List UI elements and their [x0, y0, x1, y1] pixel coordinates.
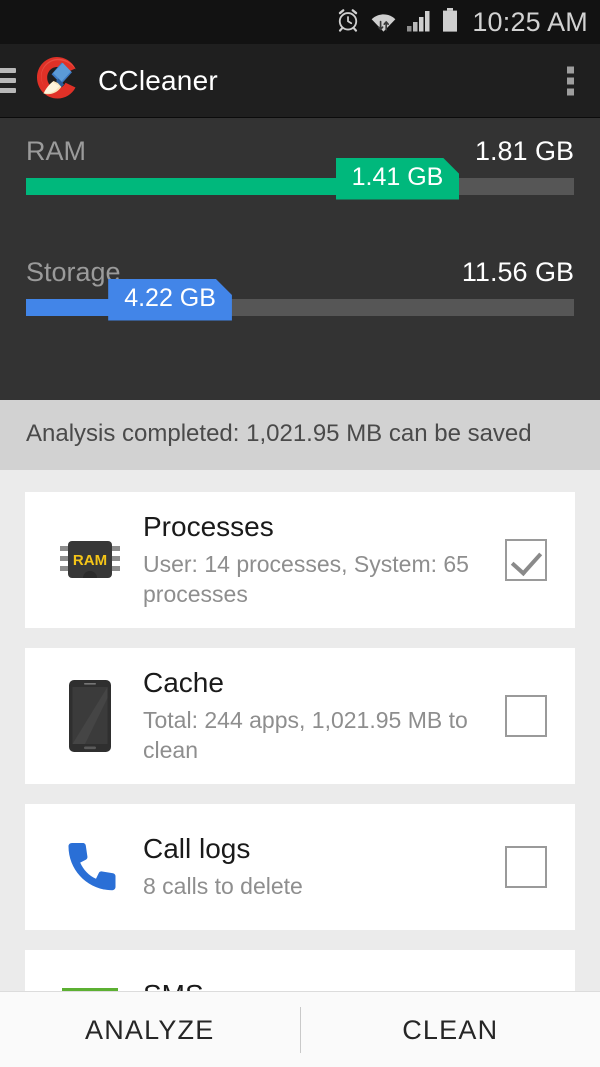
- metric-storage: Storage 11.56 GB 4.22 GB: [26, 257, 574, 316]
- checkbox-processes[interactable]: [505, 538, 547, 581]
- metric-ram-bar-track: [26, 178, 574, 195]
- list-item-subtitle: User: 14 processes, System: 65 processes: [143, 551, 469, 608]
- bottom-action-bar: ANALYZE CLEAN: [0, 991, 600, 1067]
- metric-ram: RAM 1.81 GB 1.41 GB: [26, 136, 574, 195]
- checkbox-cache[interactable]: [505, 694, 547, 737]
- status-bar-time: 10:25 AM: [472, 6, 588, 37]
- hamburger-menu-icon[interactable]: [0, 68, 16, 93]
- phone-device-icon: [53, 678, 127, 754]
- ram-chip-icon: RAM: [53, 537, 127, 583]
- list-item-subtitle: Total: 244 apps, 1,021.95 MB to clean: [143, 706, 468, 764]
- list-item-subtitle: 8 calls to delete: [143, 872, 303, 899]
- metrics-panel: RAM 1.81 GB 1.41 GB Storage 11.56 GB 4.2…: [0, 118, 600, 400]
- list-item-call-logs[interactable]: Call logs 8 calls to delete: [25, 803, 575, 930]
- metric-ram-label: RAM: [26, 136, 86, 166]
- signal-bars-icon: [406, 7, 432, 38]
- list-item-cache[interactable]: Cache Total: 244 apps, 1,021.95 MB to cl…: [25, 647, 575, 784]
- app-bar: CCleaner: [0, 44, 600, 118]
- phone-handset-icon: [53, 837, 127, 897]
- metric-ram-total: 1.81 GB: [474, 136, 574, 166]
- ccleaner-logo-icon: [32, 54, 86, 108]
- checkbox-call-logs[interactable]: [505, 845, 547, 888]
- list-item-processes[interactable]: RAM Processes User: 14 processes, System…: [25, 492, 575, 628]
- metric-ram-used-badge: 1.41 GB: [336, 158, 460, 200]
- list-item-title: Call logs: [143, 832, 251, 864]
- app-title: CCleaner: [98, 64, 218, 96]
- list-item-title: Processes: [143, 511, 274, 542]
- metric-storage-label: Storage: [26, 257, 121, 287]
- clean-button[interactable]: CLEAN: [301, 992, 600, 1067]
- metric-storage-used-badge: 4.22 GB: [108, 279, 232, 321]
- analyze-button[interactable]: ANALYZE: [0, 992, 300, 1067]
- cleanup-item-list: RAM Processes User: 14 processes, System…: [0, 470, 600, 1067]
- battery-icon: [441, 7, 459, 38]
- analysis-status-banner: Analysis completed: 1,021.95 MB can be s…: [0, 400, 600, 470]
- overflow-menu-icon[interactable]: [563, 62, 578, 99]
- metric-storage-total: 11.56 GB: [461, 257, 574, 287]
- svg-text:RAM: RAM: [73, 552, 107, 569]
- status-bar: 10:25 AM: [0, 0, 600, 44]
- alarm-clock-icon: [335, 7, 361, 38]
- list-item-title: Cache: [143, 666, 224, 698]
- wifi-icon: [370, 7, 397, 38]
